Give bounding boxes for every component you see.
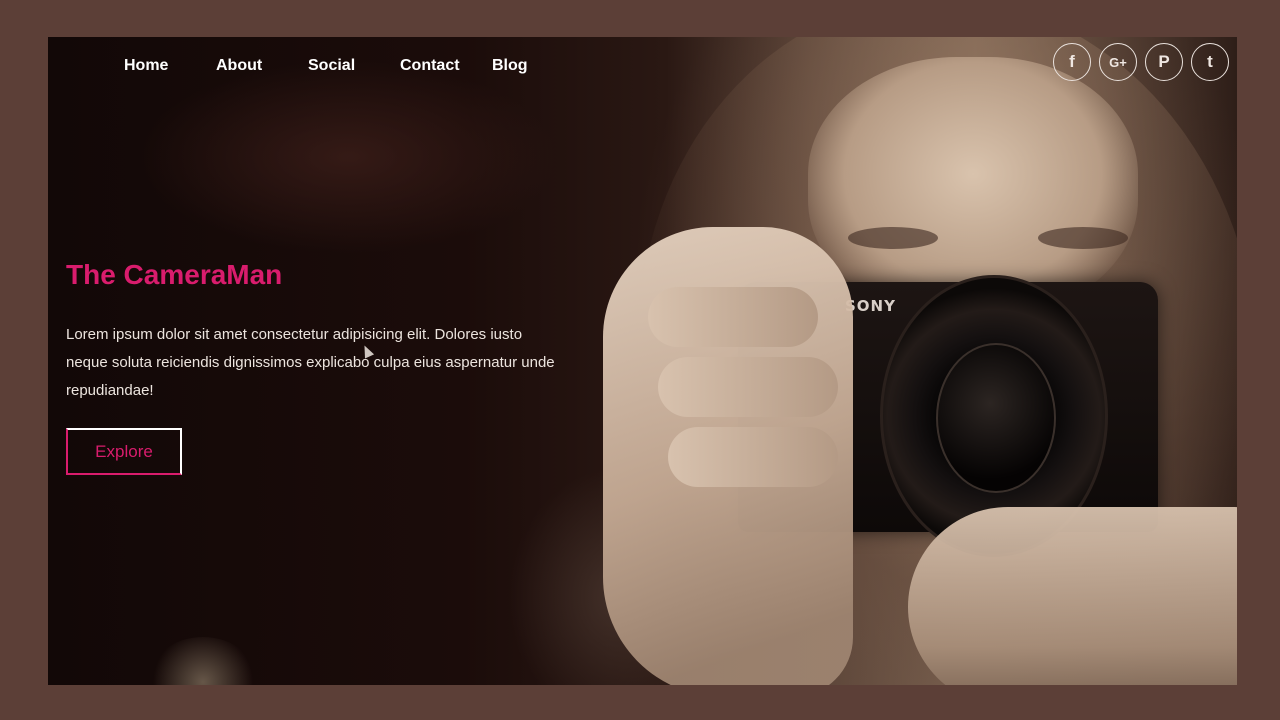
hero-photo-finger: [668, 427, 838, 487]
explore-button[interactable]: Explore: [66, 428, 182, 475]
hero-description: Lorem ipsum dolor sit amet consectetur a…: [66, 326, 555, 399]
hero-title: The CameraMan: [66, 259, 283, 290]
nav-link-blog[interactable]: Blog: [492, 57, 528, 75]
nav-link-home[interactable]: Home: [124, 57, 168, 75]
hero-photo-finger: [658, 357, 838, 417]
nav-link-contact[interactable]: Contact: [400, 57, 460, 75]
hero-photo-finger: [648, 287, 818, 347]
hero-photo-bokeh: [148, 637, 258, 685]
hero-photo-hand-right: [908, 507, 1237, 685]
hero-photo-eye-left: [848, 227, 938, 249]
facebook-icon[interactable]: f: [1053, 43, 1091, 81]
nav-link-about[interactable]: About: [216, 57, 262, 75]
nav-link-social[interactable]: Social: [308, 57, 355, 75]
hero-section: SONY Home About Social Contact Blog f G+…: [48, 37, 1237, 685]
hero-photo-lens-inner: [936, 343, 1056, 493]
main-nav: Home About Social Contact Blog f G+ P t: [48, 37, 1237, 97]
google-plus-icon[interactable]: G+: [1099, 43, 1137, 81]
pinterest-icon[interactable]: P: [1145, 43, 1183, 81]
twitter-icon[interactable]: t: [1191, 43, 1229, 81]
social-links: f G+ P t: [1053, 43, 1229, 81]
hero-photo-eye-right: [1038, 227, 1128, 249]
